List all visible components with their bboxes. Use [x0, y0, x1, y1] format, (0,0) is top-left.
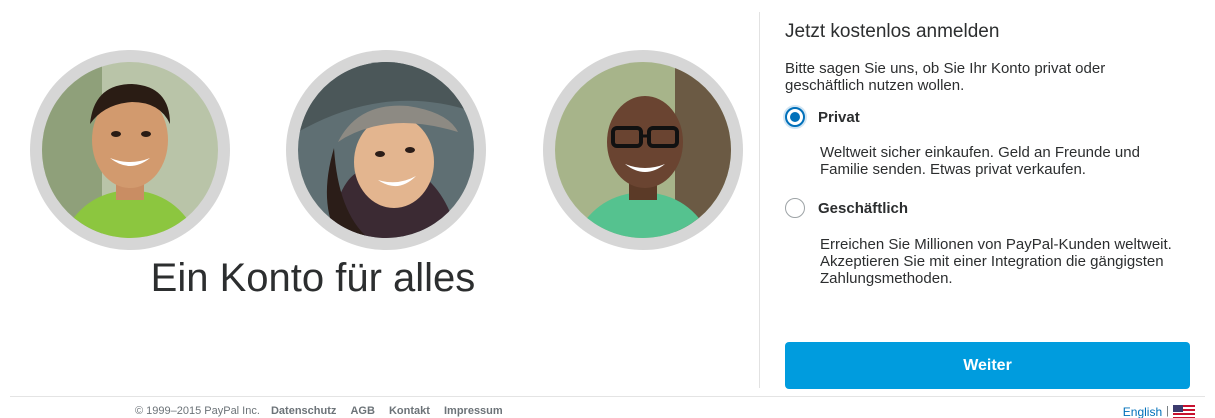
- footer-link-contact[interactable]: Kontakt: [389, 405, 430, 417]
- business-description: Erreichen Sie Millionen von PayPal-Kunde…: [820, 236, 1172, 287]
- person-photo-icon: [298, 62, 474, 238]
- account-type-option-private: Privat Weltweit sicher einkaufen. Geld a…: [785, 104, 1190, 178]
- radio-business[interactable]: [785, 198, 805, 218]
- continue-button[interactable]: Weiter: [785, 342, 1190, 389]
- vertical-divider: [759, 12, 760, 388]
- avatar-man-with-glasses: [543, 50, 743, 250]
- account-type-option-business: Geschäftlich Erreichen Sie Millionen von…: [785, 195, 1190, 287]
- language-link-english[interactable]: English: [1123, 405, 1162, 418]
- avatar-man-smiling: [30, 50, 230, 250]
- language-separator: |: [1166, 405, 1169, 417]
- footer-divider: [10, 396, 1205, 397]
- radio-business-row[interactable]: Geschäftlich: [785, 195, 1190, 221]
- private-description: Weltweit sicher einkaufen. Geld an Freun…: [820, 144, 1140, 178]
- person-photo-icon: [42, 62, 218, 238]
- us-flag-icon[interactable]: [1173, 405, 1195, 418]
- footer: © 1999–2015 PayPal Inc. Datenschutz AGB …: [0, 405, 1215, 418]
- radio-private-label[interactable]: Privat: [818, 109, 860, 126]
- signup-page: Ein Konto für alles Jetzt kostenlos anme…: [0, 0, 1215, 418]
- signup-panel: Jetzt kostenlos anmelden Bitte sagen Sie…: [785, 20, 1190, 287]
- person-photo-icon: [555, 62, 731, 238]
- hero-title: Ein Konto für alles: [150, 256, 476, 300]
- footer-link-privacy[interactable]: Datenschutz: [271, 405, 336, 417]
- radio-private[interactable]: [785, 107, 805, 127]
- signup-intro: Bitte sagen Sie uns, ob Sie Ihr Konto pr…: [785, 60, 1106, 94]
- footer-links: © 1999–2015 PayPal Inc. Datenschutz AGB …: [135, 405, 514, 417]
- radio-business-label[interactable]: Geschäftlich: [818, 200, 908, 217]
- copyright-text: © 1999–2015 PayPal Inc.: [135, 405, 260, 417]
- radio-private-row[interactable]: Privat: [785, 104, 1190, 130]
- hero-section: Ein Konto für alles: [0, 0, 760, 388]
- language-switcher: English |: [1123, 405, 1195, 418]
- footer-link-terms[interactable]: AGB: [350, 405, 374, 417]
- signup-title: Jetzt kostenlos anmelden: [785, 21, 1000, 42]
- avatar-woman-with-hat: [286, 50, 486, 250]
- footer-link-imprint[interactable]: Impressum: [444, 405, 503, 417]
